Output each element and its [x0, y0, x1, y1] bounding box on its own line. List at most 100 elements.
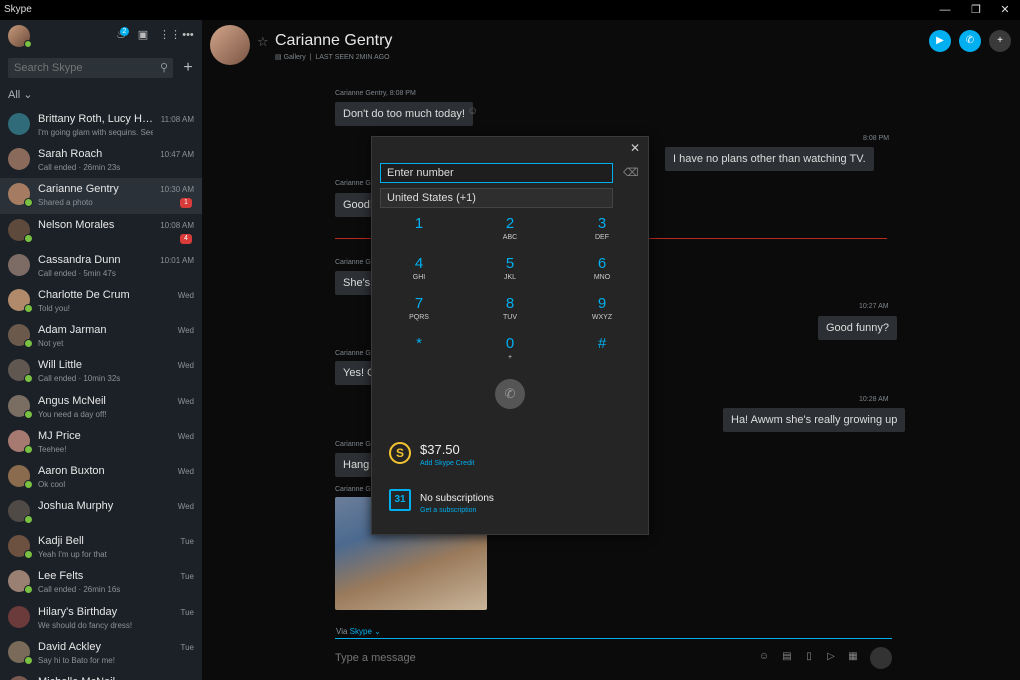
online-status-icon [24, 479, 33, 489]
chat-avatar[interactable] [210, 25, 250, 65]
emoticon-icon[interactable]: ☺ [467, 105, 478, 117]
message-meta: Carianne G [335, 486, 371, 493]
dialpad-key[interactable]: 2 ABC [480, 215, 540, 251]
minimize-button[interactable]: — [930, 0, 960, 20]
contact-item[interactable]: Sarah Roach Call ended · 26min 23s 10:47 A… [0, 143, 202, 178]
dialpad-icon[interactable]: ⋮⋮ [159, 28, 181, 42]
contact-item[interactable]: Charlotte De Crum Told you! Wed [0, 284, 202, 319]
contact-item[interactable]: Michelle McNeil [0, 671, 202, 680]
dialpad-key[interactable]: 9 WXYZ [572, 295, 632, 331]
online-status-icon [24, 374, 33, 384]
contact-item[interactable]: Cassandra Dunn Call ended · 5min 47s 10:01… [0, 249, 202, 284]
message-bubble[interactable]: Good! [335, 193, 373, 217]
my-avatar[interactable] [8, 25, 32, 48]
contact-card-icon[interactable]: ▦ [847, 651, 859, 663]
contact-time: 10:08 AM [160, 220, 194, 230]
favorite-star-icon[interactable]: ☆ [257, 34, 269, 50]
contact-name: Nelson Morales [38, 218, 115, 231]
dialpad-key[interactable]: 7 PQRS [389, 295, 449, 331]
file-icon[interactable]: ▯ [803, 651, 815, 663]
contact-item[interactable]: MJ Price Teehee! Wed [0, 425, 202, 460]
contact-item[interactable]: Joshua Murphy Wed [0, 495, 202, 530]
contact-avatar [8, 535, 33, 560]
dialpad-key[interactable]: 0 + [480, 335, 540, 371]
contact-avatar [8, 676, 30, 680]
country-selector[interactable]: United States (+1) [380, 188, 613, 208]
key-letters: GHI [412, 274, 426, 281]
message-meta: Carianne G [335, 259, 371, 266]
message-bubble[interactable]: I have no plans other than watching TV. [665, 147, 874, 171]
contact-avatar [8, 394, 33, 419]
search-box[interactable]: ⚲ [8, 58, 173, 78]
phone-number-input[interactable] [380, 163, 613, 183]
last-seen: LAST SEEN 2MIN AGO [315, 54, 390, 61]
online-status-icon [24, 550, 33, 560]
gallery-icon[interactable]: ▤ [275, 54, 282, 61]
filter-label: All [8, 89, 21, 101]
dialpad-key[interactable]: * [389, 335, 449, 371]
video-message-icon[interactable]: ▷ [825, 651, 837, 663]
filter-dropdown[interactable]: All ⌄ [8, 88, 33, 101]
dialpad-key[interactable]: 3 DEF [572, 215, 632, 251]
backspace-icon[interactable]: ⌫ [623, 166, 639, 179]
search-icon[interactable]: ⚲ [160, 61, 168, 74]
emoticon-icon[interactable]: ☺ [758, 651, 770, 663]
more-options-icon[interactable]: ••• [181, 28, 195, 42]
dialpad-key[interactable]: 5 JKL [480, 255, 540, 291]
contact-item[interactable]: Carianne Gentry Shared a photo 10:30 AM 1 [0, 178, 202, 214]
contact-preview: Shared a photo [38, 198, 93, 208]
contact-preview: Teehee! [38, 444, 67, 454]
contact-item[interactable]: Lee Felts Call ended · 26min 16s Tue [0, 565, 202, 600]
video-call-button[interactable]: ▶ [929, 30, 951, 52]
dialpad-key[interactable]: 1 [389, 215, 449, 251]
online-status-icon [24, 303, 33, 313]
compose-divider [335, 638, 892, 639]
add-people-button[interactable]: + [989, 30, 1011, 52]
close-window-button[interactable]: ✕ [990, 0, 1020, 20]
message-bubble[interactable]: Don't do too much today! [335, 102, 473, 126]
message-bubble[interactable]: Ha! Awwm she's really growing up [723, 408, 906, 432]
contact-item[interactable]: Will Little Call ended · 10min 32s Wed [0, 354, 202, 389]
contact-item[interactable]: Hilary's Birthday We should do fancy dres… [0, 601, 202, 636]
dialpad-key[interactable]: 4 GHI [389, 255, 449, 291]
sidebar: ♨ 2 ▣ ⋮⋮ ••• ⚲ + All ⌄ Brittany Roth, Lu… [0, 20, 202, 680]
message-bubble[interactable]: She's i [335, 271, 373, 295]
contact-preview: Not yet [38, 339, 64, 349]
message-bubble[interactable]: Yes! Ch [335, 361, 373, 385]
audio-call-button[interactable]: ✆ [959, 30, 981, 52]
restore-button[interactable]: ❐ [961, 0, 991, 20]
dialpad-key[interactable]: # [572, 335, 632, 371]
message-bubble[interactable]: Hang o [335, 453, 373, 477]
image-icon[interactable]: ▤ [781, 651, 793, 663]
contacts-icon[interactable]: ▣ [136, 28, 150, 42]
title-bar: Skype — ❐ ✕ [0, 0, 1020, 20]
message-input[interactable] [335, 649, 875, 667]
close-icon[interactable]: ✕ [628, 141, 642, 155]
send-button[interactable] [870, 647, 892, 669]
dialpad-key[interactable]: 6 MNO [572, 255, 632, 291]
key-letters: WXYZ [591, 314, 613, 321]
via-label: Via [336, 627, 348, 636]
contact-item[interactable]: Aaron Buxton Ok cool Wed [0, 460, 202, 495]
add-credit-link[interactable]: Add Skype Credit [420, 460, 474, 467]
message-meta: Carianne G [335, 350, 371, 357]
subscriptions-title: No subscriptions [420, 493, 494, 504]
dialpad-key[interactable]: 8 TUV [480, 295, 540, 331]
gallery-link[interactable]: Gallery [284, 54, 306, 61]
via-selector[interactable]: Via Skype ⌄ [336, 627, 381, 636]
message-bubble[interactable]: Good funny? [818, 316, 897, 340]
contact-item[interactable]: Kadji Bell Yeah I'm up for that Tue [0, 530, 202, 565]
contact-time: Wed [177, 466, 194, 476]
contact-item[interactable]: David Ackley Say hi to Bato for me! Tue [0, 636, 202, 671]
contact-item[interactable]: Adam Jarman Not yet Wed [0, 319, 202, 354]
get-subscription-link[interactable]: Get a subscription [420, 507, 476, 514]
key-digit: 6 [597, 255, 607, 272]
contact-item[interactable]: Angus McNeil You need a day off! Wed [0, 390, 202, 425]
contact-item[interactable]: Brittany Roth, Lucy Holcom... I'm going g… [0, 108, 202, 143]
via-link[interactable]: Skype [350, 627, 372, 636]
contact-name: MJ Price [38, 429, 81, 442]
search-input[interactable] [8, 58, 148, 78]
call-button[interactable]: ✆ [495, 379, 525, 409]
contact-item[interactable]: Nelson Morales 10:08 AM 4 [0, 214, 202, 249]
add-conversation-button[interactable]: + [181, 58, 195, 78]
